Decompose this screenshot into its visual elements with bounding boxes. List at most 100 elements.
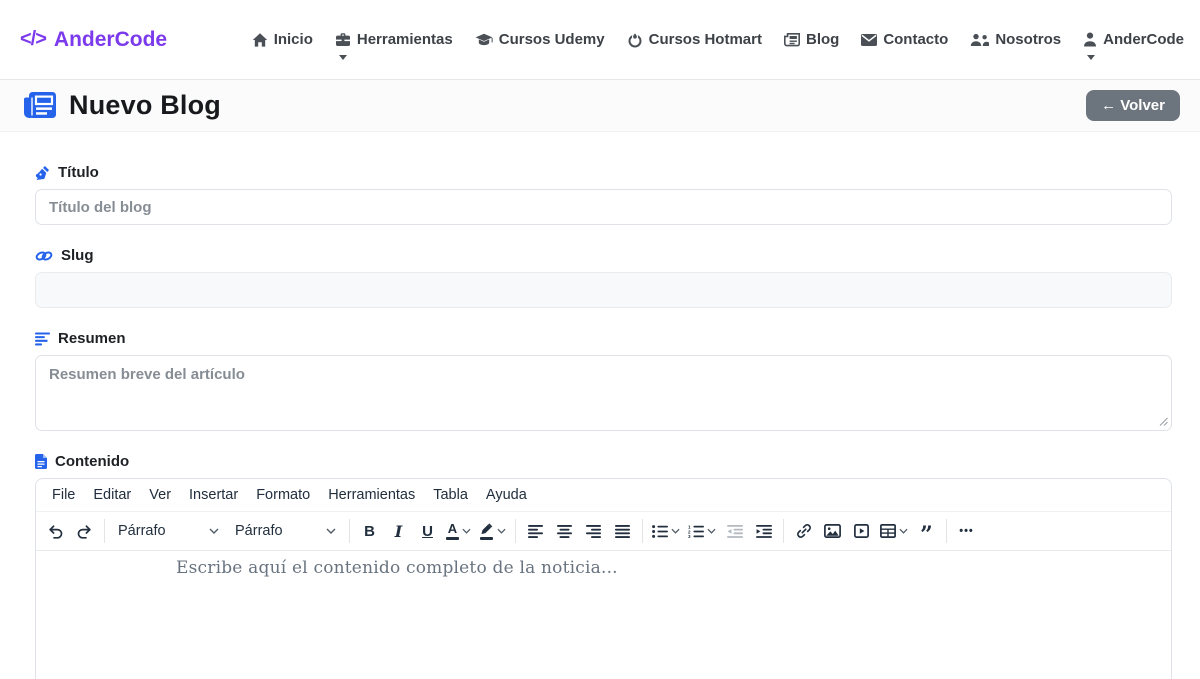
outdent-button[interactable]	[720, 517, 749, 545]
redo-button[interactable]	[70, 517, 99, 545]
blockquote-icon: ”	[920, 522, 933, 540]
nav-item-blog[interactable]: Blog	[784, 31, 839, 48]
nav-item-label: Cursos Udemy	[499, 31, 605, 48]
align-left-icon	[528, 525, 543, 538]
editor-placeholder: Escribe aquí el contenido completo de la…	[176, 558, 1155, 578]
resumen-textarea[interactable]	[35, 355, 1172, 431]
align-right-button[interactable]	[579, 517, 608, 545]
bullet-list-icon	[652, 525, 668, 538]
nav-item-label: AnderCode	[1103, 31, 1184, 48]
block-format-value: Párrafo	[118, 523, 166, 539]
bold-button[interactable]: B	[355, 517, 384, 545]
nav-item-cursos-hotmart[interactable]: Cursos Hotmart	[627, 31, 762, 48]
align-left-button[interactable]	[521, 517, 550, 545]
indent-button[interactable]	[749, 517, 778, 545]
block-format-dropdown[interactable]: Párrafo	[110, 517, 227, 545]
brand-logo[interactable]: </> AnderCode	[20, 28, 167, 52]
resumen-label-text: Resumen	[58, 330, 126, 347]
bullet-list-button[interactable]	[648, 517, 684, 545]
text-color-icon: A	[446, 523, 459, 540]
nav-item-contacto[interactable]: Contacto	[861, 31, 948, 48]
highlight-color-button[interactable]	[475, 517, 510, 545]
page-title-text: Nuevo Blog	[69, 90, 221, 121]
overflow-group: •••	[952, 517, 981, 545]
code-icon: </>	[20, 28, 46, 51]
field-contenido: Contenido File Editar Ver Insertar Forma…	[35, 453, 1172, 679]
align-group	[521, 517, 637, 545]
nav-item-label: Blog	[806, 31, 839, 48]
insert-link-button[interactable]	[789, 517, 818, 545]
menu-formato[interactable]: Formato	[247, 483, 319, 507]
text-color-button[interactable]: A	[442, 517, 475, 545]
field-slug: Slug	[35, 247, 1172, 308]
indent-icon	[756, 525, 772, 538]
chevron-down-icon	[671, 528, 680, 534]
back-button[interactable]: ← Volver	[1086, 90, 1180, 121]
chevron-down-icon	[497, 528, 506, 534]
align-justify-button[interactable]	[608, 517, 637, 545]
nav-item-cursos-udemy[interactable]: Cursos Udemy	[475, 31, 605, 48]
menu-ver[interactable]: Ver	[140, 483, 180, 507]
toolbar-separator	[783, 519, 784, 543]
editor-menubar: File Editar Ver Insertar Formato Herrami…	[36, 479, 1171, 512]
chevron-down-icon	[339, 55, 347, 60]
resumen-textarea-wrap	[35, 355, 1172, 431]
insert-table-button[interactable]	[876, 517, 912, 545]
numbered-list-button[interactable]: 123	[684, 517, 720, 545]
chevron-down-icon	[326, 528, 336, 534]
align-center-button[interactable]	[550, 517, 579, 545]
insert-media-button[interactable]	[847, 517, 876, 545]
user-icon	[1083, 32, 1097, 47]
font-format-dropdown[interactable]: Párrafo	[227, 517, 344, 545]
insert-group: ”	[789, 517, 941, 545]
newspaper-icon	[24, 92, 56, 119]
media-icon	[854, 524, 869, 538]
newspaper-icon	[784, 32, 800, 47]
italic-button[interactable]: I	[384, 517, 413, 545]
highlighter-icon	[479, 523, 494, 540]
text-style-group: B I U A	[355, 517, 510, 545]
nav-item-label: Contacto	[883, 31, 948, 48]
nav-item-label: Cursos Hotmart	[649, 31, 762, 48]
titulo-label-text: Título	[58, 164, 99, 181]
insert-image-button[interactable]	[818, 517, 847, 545]
contenido-label-text: Contenido	[55, 453, 129, 470]
chevron-down-icon	[462, 528, 471, 534]
nav-item-label: Nosotros	[995, 31, 1061, 48]
nav-item-herramientas[interactable]: Herramientas	[335, 31, 453, 48]
chevron-down-icon	[707, 528, 716, 534]
nav-item-nosotros[interactable]: Nosotros	[970, 31, 1061, 48]
align-justify-icon	[615, 525, 630, 538]
menu-tabla[interactable]: Tabla	[424, 483, 477, 507]
image-icon	[824, 524, 841, 538]
field-resumen: Resumen	[35, 330, 1172, 431]
menu-file[interactable]: File	[43, 483, 84, 507]
align-right-icon	[586, 525, 601, 538]
slug-label-text: Slug	[61, 247, 94, 264]
menu-ayuda[interactable]: Ayuda	[477, 483, 536, 507]
menu-editar[interactable]: Editar	[84, 483, 140, 507]
page-header: Nuevo Blog ← Volver	[0, 80, 1200, 132]
undo-button[interactable]	[41, 517, 70, 545]
brand-name: AnderCode	[54, 28, 167, 52]
resize-handle-icon[interactable]	[1159, 417, 1168, 426]
menu-insertar[interactable]: Insertar	[180, 483, 247, 507]
align-center-icon	[557, 525, 572, 538]
underline-button[interactable]: U	[413, 517, 442, 545]
more-options-button[interactable]: •••	[952, 517, 981, 545]
menu-herramientas[interactable]: Herramientas	[319, 483, 424, 507]
titulo-input[interactable]	[35, 189, 1172, 225]
toolbar-separator	[104, 519, 105, 543]
chevron-down-icon	[209, 528, 219, 534]
slug-label: Slug	[35, 247, 1172, 264]
slug-input[interactable]	[35, 272, 1172, 308]
chevron-down-icon	[1087, 55, 1095, 60]
nav-item-account[interactable]: AnderCode	[1083, 31, 1184, 48]
nav-item-inicio[interactable]: Inicio	[252, 31, 313, 48]
rich-text-editor: File Editar Ver Insertar Formato Herrami…	[35, 478, 1172, 679]
nav-item-label: Inicio	[274, 31, 313, 48]
list-group: 123	[648, 517, 778, 545]
page-title: Nuevo Blog	[24, 90, 221, 121]
editor-content-area[interactable]: Escribe aquí el contenido completo de la…	[36, 551, 1171, 679]
blockquote-button[interactable]: ”	[912, 517, 941, 545]
